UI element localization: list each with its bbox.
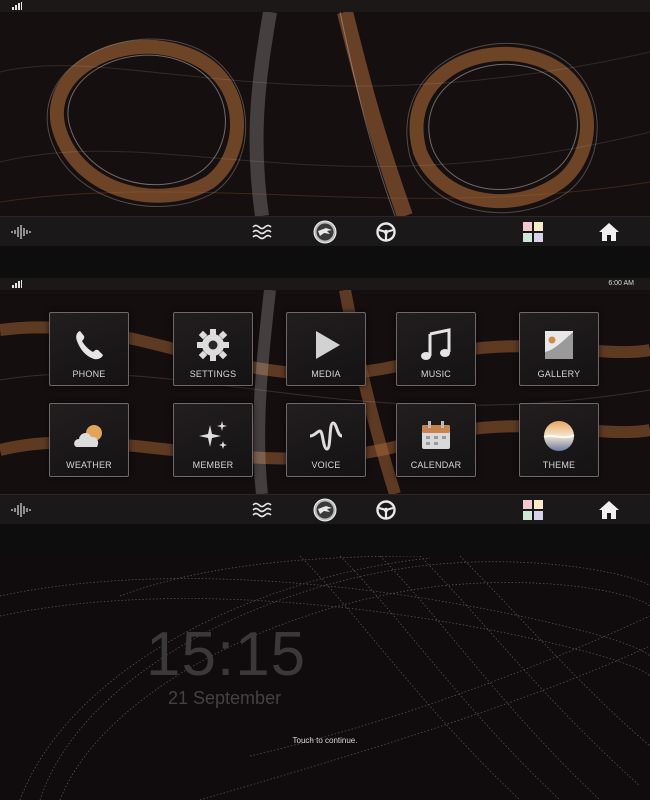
gear-icon	[193, 325, 233, 365]
apps-screen: 6:00 AM PHONE SETTINGS MEDIA MUSIC GALLE…	[0, 278, 650, 556]
lock-clock: 15:15	[146, 620, 307, 689]
app-member[interactable]: MEMBER	[173, 403, 253, 477]
music-note-icon	[416, 325, 456, 365]
app-label: CALENDAR	[410, 460, 462, 470]
lock-screen[interactable]	[0, 556, 650, 800]
status-bar	[0, 0, 650, 12]
status-time: 6:00 AM	[608, 280, 634, 287]
steering-wheel-icon[interactable]	[374, 495, 398, 525]
signal-bars-icon	[12, 2, 22, 10]
voice-wave-icon[interactable]	[8, 217, 34, 247]
eagle-logo-icon[interactable]	[312, 217, 338, 247]
app-voice[interactable]: VOICE	[286, 403, 366, 477]
lock-date: 21 September	[168, 688, 282, 708]
app-label: SETTINGS	[189, 369, 237, 379]
eagle-logo-icon[interactable]	[312, 495, 338, 525]
heat-waves-icon[interactable]	[250, 217, 274, 247]
app-phone[interactable]: PHONE	[49, 312, 129, 386]
app-label: GALLERY	[537, 369, 581, 379]
app-label: THEME	[542, 460, 576, 470]
app-label: MEDIA	[311, 369, 341, 379]
app-label: MUSIC	[421, 369, 451, 379]
play-icon	[306, 325, 346, 365]
steering-wheel-icon[interactable]	[374, 217, 398, 247]
app-theme[interactable]: THEME	[519, 403, 599, 477]
color-squares-icon[interactable]	[522, 217, 544, 247]
voice-wave-icon[interactable]	[8, 495, 34, 525]
app-label: VOICE	[311, 460, 341, 470]
app-label: PHONE	[72, 369, 106, 379]
color-squares-icon[interactable]	[522, 495, 544, 525]
home-icon[interactable]	[596, 495, 622, 525]
app-settings[interactable]: SETTINGS	[173, 312, 253, 386]
wallpaper	[0, 12, 650, 216]
dock-spacer	[0, 524, 650, 556]
home-screen	[0, 0, 650, 278]
sparkle-stars-icon	[193, 416, 233, 456]
status-bar: 6:00 AM	[0, 278, 650, 290]
lock-wallpaper	[0, 556, 650, 800]
dock-spacer	[0, 246, 650, 278]
app-weather[interactable]: WEATHER	[49, 403, 129, 477]
dock	[0, 494, 650, 525]
signal-bars-icon	[12, 280, 22, 288]
theme-orb-icon	[539, 416, 579, 456]
heat-waves-icon[interactable]	[250, 495, 274, 525]
touch-to-continue-hint[interactable]: Touch to continue.	[0, 736, 650, 745]
app-calendar[interactable]: CALENDAR	[396, 403, 476, 477]
dock	[0, 216, 650, 247]
app-media[interactable]: MEDIA	[286, 312, 366, 386]
app-label: MEMBER	[192, 460, 234, 470]
app-label: WEATHER	[66, 460, 112, 470]
voice-wave-icon	[306, 416, 346, 456]
phone-icon	[69, 325, 109, 365]
calendar-icon	[416, 416, 456, 456]
home-icon[interactable]	[596, 217, 622, 247]
gallery-icon	[539, 325, 579, 365]
app-music[interactable]: MUSIC	[396, 312, 476, 386]
cloud-sun-icon	[69, 416, 109, 456]
app-gallery[interactable]: GALLERY	[519, 312, 599, 386]
